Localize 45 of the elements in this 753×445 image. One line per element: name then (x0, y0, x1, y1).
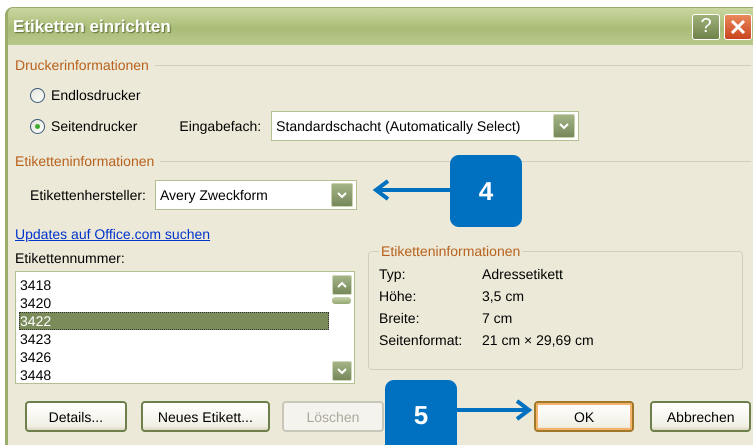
list-item[interactable]: 3426 (19, 348, 331, 366)
info-value: 21 cm × 29,69 cm (482, 331, 595, 349)
radio-option[interactable]: Endlosdrucker (30, 87, 140, 103)
list-item[interactable]: 3420 (19, 294, 331, 312)
group-heading: Etiketteninformationen (380, 243, 522, 259)
radio-label: Endlosdrucker (51, 87, 140, 103)
dropdown-value: Avery Zweckform (160, 187, 269, 203)
info-label: Breite: (379, 309, 420, 327)
list-item[interactable]: 3423 (19, 330, 331, 348)
dialog-button[interactable]: Neues Etikett... (140, 401, 270, 432)
dialog-button[interactable]: OK (534, 401, 634, 432)
group-heading: Druckerinformationen (15, 57, 150, 73)
label-number-label: Etikettennummer: (15, 249, 126, 267)
info-label: Seitenformat: (379, 331, 464, 349)
dropdown-value: Standardschacht (Automatically Select) (276, 118, 522, 134)
list-item[interactable]: 3422 (19, 312, 329, 330)
tray-label: Eingabefach: (179, 118, 262, 134)
updates-link[interactable]: Updates auf Office.com suchen (15, 225, 210, 243)
close-icon (730, 18, 746, 34)
scrollbar[interactable] (331, 275, 352, 381)
tray-dropdown[interactable]: Standardschacht (Automatically Select) (271, 111, 580, 141)
radio-option[interactable]: Seitendrucker (30, 118, 138, 134)
list-item[interactable]: 3448 (19, 366, 331, 384)
radio-button[interactable] (30, 88, 45, 102)
dialog-button[interactable]: Details... (25, 401, 127, 432)
scroll-up-icon[interactable] (332, 275, 352, 295)
scroll-thumb[interactable] (332, 297, 351, 304)
close-button[interactable] (724, 14, 752, 40)
dialog-button[interactable]: Abbrechen (650, 401, 751, 432)
info-label: Höhe: (379, 287, 418, 305)
step-number-badge: 5 (385, 380, 457, 445)
group-heading: Etiketteninformationen (15, 153, 156, 169)
label-number-list[interactable]: 3418 3420 3422 3423 3426 3448 (15, 271, 355, 384)
radio-label: Seitendrucker (51, 118, 138, 134)
window-title: Etiketten einrichten (13, 16, 172, 36)
radio-button[interactable] (30, 118, 45, 134)
scroll-down-icon[interactable] (332, 361, 352, 381)
info-value: Adressetikett (482, 265, 564, 283)
step-number-badge: 4 (450, 155, 522, 227)
vendor-dropdown[interactable]: Avery Zweckform (154, 180, 357, 210)
info-value: 3,5 cm (482, 287, 526, 305)
info-value: 7 cm (482, 309, 514, 327)
vendor-label: Etikettenhersteller: (30, 187, 146, 203)
info-label: Typ: (379, 265, 406, 283)
list-item[interactable]: 3418 (19, 276, 331, 294)
